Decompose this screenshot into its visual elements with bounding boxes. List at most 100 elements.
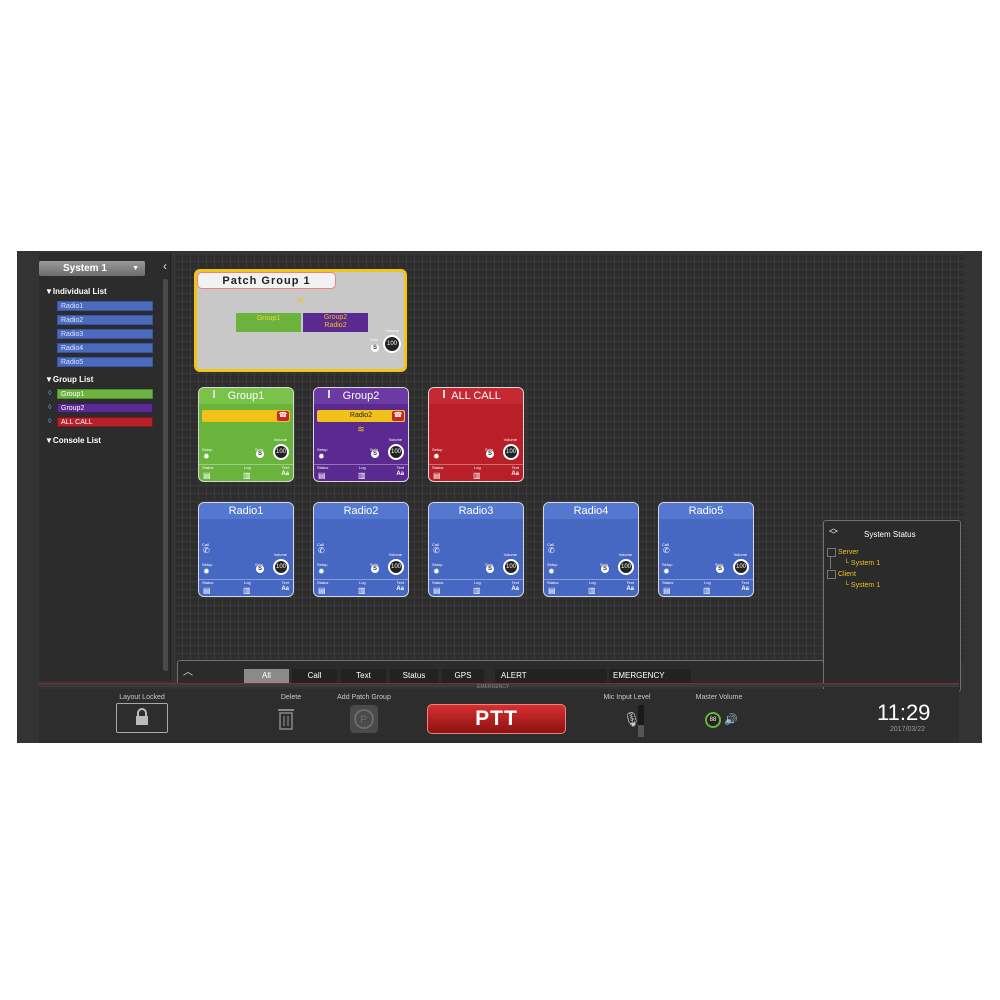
solo-button[interactable]: S	[371, 344, 379, 352]
list-item-radio2[interactable]: Radio2	[57, 315, 153, 325]
volume-knob[interactable]: 100	[503, 559, 519, 575]
radio-tile-radio5[interactable]: Radio5 Call ✆ Volume Setup ✹ Solo S 100 …	[658, 502, 754, 597]
volume-knob[interactable]: 100	[503, 444, 519, 460]
chevron-up-icon[interactable]: ︿	[183, 663, 193, 678]
document-icon[interactable]: ▤	[433, 586, 441, 595]
trash-icon[interactable]: ▥	[473, 586, 481, 595]
filter-tab-call[interactable]: Call	[292, 669, 337, 683]
text-message-icon[interactable]: Aa	[281, 586, 289, 592]
phone-icon[interactable]: ✆	[663, 546, 670, 555]
volume-knob[interactable]: 100	[273, 559, 289, 575]
trash-icon[interactable]: ▥	[358, 471, 366, 480]
list-item-radio5[interactable]: Radio5	[57, 357, 153, 367]
radio-tile-radio3[interactable]: Radio3 Call ✆ Volume Setup ✹ Solo S 100 …	[428, 502, 524, 597]
radio-tile-radio4[interactable]: Radio4 Call ✆ Volume Setup ✹ Solo S 100 …	[543, 502, 639, 597]
filter-tab-all[interactable]: All	[244, 669, 289, 683]
patch-member-group1[interactable]: Group1	[236, 313, 301, 332]
individual-list-header[interactable]: ▼Individual List	[45, 287, 107, 296]
expand-collapse-icon[interactable]: ︿ ﹀	[829, 524, 838, 540]
volume-knob[interactable]: 100	[733, 559, 749, 575]
filter-tab-alert[interactable]: ALERT	[495, 669, 607, 683]
list-item-radio4[interactable]: Radio4	[57, 343, 153, 353]
solo-button[interactable]: S	[486, 450, 494, 458]
trash-icon[interactable]	[276, 707, 296, 731]
phone-icon[interactable]: ✆	[318, 546, 325, 555]
filter-tab-status[interactable]: Status	[390, 669, 438, 683]
tree-leaf-client-system[interactable]: └ System 1	[844, 582, 880, 589]
document-icon[interactable]: ▤	[663, 586, 671, 595]
text-message-icon[interactable]: Aa	[511, 586, 519, 592]
left-panel-scrollbar[interactable]	[163, 279, 168, 671]
master-volume-knob[interactable]: 88	[705, 712, 721, 728]
patch-member-group2[interactable]: Group2 Radio2	[303, 313, 368, 332]
text-message-icon[interactable]: Aa	[396, 471, 404, 477]
phone-icon[interactable]: ✆	[548, 546, 555, 555]
solo-button[interactable]: S	[371, 450, 379, 458]
gear-icon[interactable]: ✹	[203, 452, 210, 461]
console-list-header[interactable]: ▼Console List	[45, 436, 101, 445]
document-icon[interactable]: ▤	[548, 586, 556, 595]
list-item-group2[interactable]: Group2	[57, 403, 153, 413]
trash-icon[interactable]: ▥	[588, 586, 596, 595]
gear-icon[interactable]: ✹	[433, 567, 440, 576]
phone-icon[interactable]: ☎	[392, 411, 404, 421]
filter-tab-emergency[interactable]: EMERGENCY	[609, 669, 691, 683]
list-item-radio3[interactable]: Radio3	[57, 329, 153, 339]
group-tile-all-call[interactable]: ALL CALL Volume Setup ✹ Solo S 100 Statu…	[428, 387, 524, 482]
gear-icon[interactable]: ✹	[318, 567, 325, 576]
text-message-icon[interactable]: Aa	[626, 586, 634, 592]
tree-leaf-server-system[interactable]: └ System 1	[844, 560, 880, 567]
group-list-header[interactable]: ▼Group List	[45, 375, 93, 384]
group-tile-group1[interactable]: Group1 ☎ Volume Setup ✹ Solo S 100 Statu…	[198, 387, 294, 482]
trash-icon[interactable]: ▥	[703, 586, 711, 595]
trash-icon[interactable]: ▥	[358, 586, 366, 595]
trash-icon[interactable]: ▥	[243, 586, 251, 595]
gear-icon[interactable]: ✹	[433, 452, 440, 461]
tree-node-server[interactable]: Server	[838, 549, 859, 556]
list-item-group1[interactable]: Group1	[57, 389, 153, 399]
trash-icon[interactable]: ▥	[243, 471, 251, 480]
volume-knob[interactable]: 100	[383, 335, 401, 353]
volume-knob[interactable]: 100	[388, 559, 404, 575]
radio-tile-radio1[interactable]: Radio1 Call ✆ Volume Setup ✹ Solo S 100 …	[198, 502, 294, 597]
collapse-panel-chevron-icon[interactable]: ‹	[163, 259, 167, 273]
add-patch-group-button[interactable]: P	[350, 705, 378, 733]
gear-icon[interactable]: ✹	[203, 567, 210, 576]
document-icon[interactable]: ▤	[318, 586, 326, 595]
radio-tile-radio2[interactable]: Radio2 Call ✆ Volume Setup ✹ Solo S 100 …	[313, 502, 409, 597]
document-icon[interactable]: ▤	[203, 471, 211, 480]
phone-icon[interactable]: ☎	[277, 411, 289, 421]
patch-group-tile[interactable]: Patch Group 1 ≋ Group1 Group2 Radio2 Vol…	[194, 269, 407, 372]
trash-icon[interactable]: ▥	[473, 471, 481, 480]
list-item-all-call[interactable]: ALL CALL	[57, 417, 153, 427]
phone-icon[interactable]: ✆	[203, 546, 210, 555]
tree-node-client[interactable]: Client	[838, 571, 856, 578]
push-to-talk-button[interactable]: PTT	[427, 704, 566, 734]
gear-icon[interactable]: ✹	[663, 567, 670, 576]
solo-button[interactable]: S	[716, 565, 724, 573]
text-message-icon[interactable]: Aa	[741, 586, 749, 592]
document-icon[interactable]: ▤	[203, 586, 211, 595]
layout-lock-button[interactable]	[116, 703, 168, 733]
tree-toggle[interactable]	[827, 570, 836, 579]
gear-icon[interactable]: ✹	[318, 452, 325, 461]
solo-button[interactable]: S	[601, 565, 609, 573]
gear-icon[interactable]: ✹	[548, 567, 555, 576]
tree-toggle[interactable]	[827, 548, 836, 557]
text-message-icon[interactable]: Aa	[281, 471, 289, 477]
document-icon[interactable]: ▤	[433, 471, 441, 480]
filter-tab-text[interactable]: Text	[341, 669, 386, 683]
text-message-icon[interactable]: Aa	[511, 471, 519, 477]
text-message-icon[interactable]: Aa	[396, 586, 404, 592]
system-selector-dropdown[interactable]: System 1 ▼	[39, 261, 145, 276]
document-icon[interactable]: ▤	[318, 471, 326, 480]
solo-button[interactable]: S	[256, 565, 264, 573]
volume-knob[interactable]: 100	[618, 559, 634, 575]
solo-button[interactable]: S	[486, 565, 494, 573]
phone-icon[interactable]: ✆	[433, 546, 440, 555]
solo-button[interactable]: S	[371, 565, 379, 573]
solo-button[interactable]: S	[256, 450, 264, 458]
volume-knob[interactable]: 100	[388, 444, 404, 460]
list-item-radio1[interactable]: Radio1	[57, 301, 153, 311]
volume-knob[interactable]: 100	[273, 444, 289, 460]
